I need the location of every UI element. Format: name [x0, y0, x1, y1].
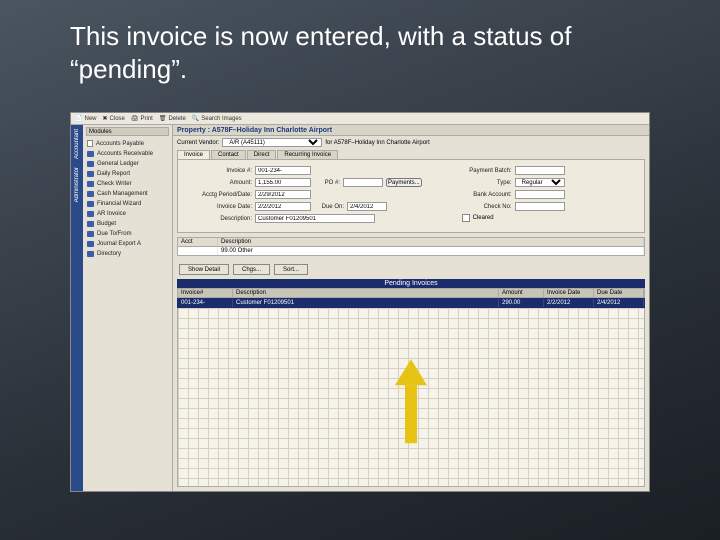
nav-panel: Modules Accounts Payable Accounts Receiv… — [83, 125, 173, 491]
check-field[interactable] — [515, 202, 565, 211]
bank-field[interactable] — [515, 190, 565, 199]
form-panel: Invoice #: Amount: PO #: Payments... Acctg… — [177, 159, 645, 233]
folder-icon — [87, 241, 94, 247]
sidebar-item-cash[interactable]: Cash Management — [86, 189, 169, 199]
sidebar-item-finwiz[interactable]: Financial Wizard — [86, 199, 169, 209]
tabs: Invoice Contact Direct Recurring Invoice — [173, 150, 649, 159]
po-label: PO #: — [314, 180, 340, 186]
folder-icon — [87, 151, 94, 157]
folder-icon — [87, 251, 94, 257]
folder-icon — [87, 171, 94, 177]
sidebar-item-daily[interactable]: Daily Report — [86, 169, 169, 179]
sidebar-item-ap[interactable]: Accounts Payable — [86, 138, 169, 149]
sidebar-item-checkwriter[interactable]: Check Writer — [86, 179, 169, 189]
folder-icon — [87, 211, 94, 217]
folder-icon — [87, 201, 94, 207]
pending-grid-head: Invoice# Description Amount Invoice Date… — [177, 288, 645, 298]
main-panel: Property : A578F–Holiday Inn Charlotte A… — [173, 125, 649, 491]
application-window: 📄New ✖Close 🖨Print 🗑Delete 🔍Search Image… — [70, 112, 650, 492]
pending-invoice-row[interactable]: 001-234- Customer F01209501 290.00 2/2/2… — [177, 298, 645, 308]
sidebar-item-ar[interactable]: Accounts Receivable — [86, 149, 169, 159]
sidebar-item-arinv[interactable]: AR Invoice — [86, 209, 169, 219]
invoice-date-label: Invoice Date: — [186, 204, 252, 210]
search-images-button[interactable]: 🔍Search Images — [192, 115, 242, 122]
callout-arrow-icon — [395, 359, 427, 443]
sidebar-item-gl[interactable]: General Ledger — [86, 159, 169, 169]
payments-button[interactable]: Payments... — [386, 178, 422, 187]
desc-field[interactable] — [255, 214, 375, 223]
desc-label: Description: — [186, 216, 252, 222]
payment-batch-label: Payment Batch: — [462, 168, 512, 174]
posting-field[interactable] — [255, 190, 311, 199]
pending-grid-body — [177, 308, 645, 487]
slide-title: This invoice is now entered, with a stat… — [70, 20, 660, 85]
side-tab-a[interactable]: Accountant — [74, 129, 80, 159]
invoice-date-field[interactable] — [255, 202, 311, 211]
close-button[interactable]: ✖Close — [103, 115, 125, 122]
delete-button[interactable]: 🗑Delete — [159, 115, 186, 122]
vendor-for: for A578F–Holiday Inn Charlotte Airport — [325, 140, 429, 146]
type-select[interactable]: Regular — [515, 178, 565, 187]
tab-recurring[interactable]: Recurring Invoice — [277, 150, 338, 159]
col-desc: Description — [218, 238, 644, 246]
sort-button[interactable]: Sort... — [274, 264, 308, 275]
chgs-button[interactable]: Chgs... — [233, 264, 270, 275]
side-tab-b[interactable]: Administrator — [74, 167, 80, 202]
amount-field[interactable] — [255, 178, 311, 187]
pending-invoices-header: Pending Invoices — [177, 279, 645, 288]
tab-direct[interactable]: Direct — [247, 150, 277, 159]
new-button[interactable]: 📄New — [75, 115, 97, 122]
folder-icon — [87, 221, 94, 227]
payment-batch-field[interactable] — [515, 166, 565, 175]
type-label: Type: — [462, 180, 512, 186]
col-acct: Acct — [178, 238, 218, 246]
vendor-row: Current Vendor: A/R (A45111) for A578F–H… — [173, 136, 649, 149]
cleared-label: Cleared — [473, 215, 494, 221]
posting-label: Acctg Period/Date: — [186, 192, 252, 198]
nav-title: Modules — [86, 127, 169, 136]
folder-icon — [87, 231, 94, 237]
property-bar: Property : A578F–Holiday Inn Charlotte A… — [173, 125, 649, 136]
line-item-row[interactable]: 99.00 Other — [178, 247, 644, 255]
bank-label: Bank Account: — [462, 192, 512, 198]
tab-contact[interactable]: Contact — [211, 150, 246, 159]
due-field[interactable] — [347, 202, 387, 211]
po-field[interactable] — [343, 178, 383, 187]
tab-invoice[interactable]: Invoice — [177, 150, 210, 159]
vendor-label: Current Vendor: — [177, 140, 219, 146]
toolbar: 📄New ✖Close 🖨Print 🗑Delete 🔍Search Image… — [71, 113, 649, 125]
vendor-select[interactable]: A/R (A45111) — [222, 138, 322, 147]
print-button[interactable]: 🖨Print — [131, 115, 153, 122]
document-icon — [87, 140, 93, 147]
show-detail-button[interactable]: Show Detail — [179, 264, 229, 275]
invoice-no-label: Invoice #: — [186, 168, 252, 174]
line-items-grid: AcctDescription 99.00 Other — [177, 237, 645, 256]
sidebar-item-dueto[interactable]: Due To/From — [86, 229, 169, 239]
sidebar-item-directory[interactable]: Directory — [86, 249, 169, 259]
folder-icon — [87, 181, 94, 187]
cleared-checkbox[interactable] — [462, 214, 470, 222]
amount-label: Amount: — [186, 180, 252, 186]
check-label: Check No: — [462, 204, 512, 210]
sidebar-item-budget[interactable]: Budget — [86, 219, 169, 229]
folder-icon — [87, 191, 94, 197]
folder-icon — [87, 161, 94, 167]
side-tabs: Accountant Administrator — [71, 125, 83, 491]
due-label: Due On: — [314, 204, 344, 210]
sidebar-item-journal[interactable]: Journal Export A — [86, 239, 169, 249]
invoice-no-field[interactable] — [255, 166, 311, 175]
